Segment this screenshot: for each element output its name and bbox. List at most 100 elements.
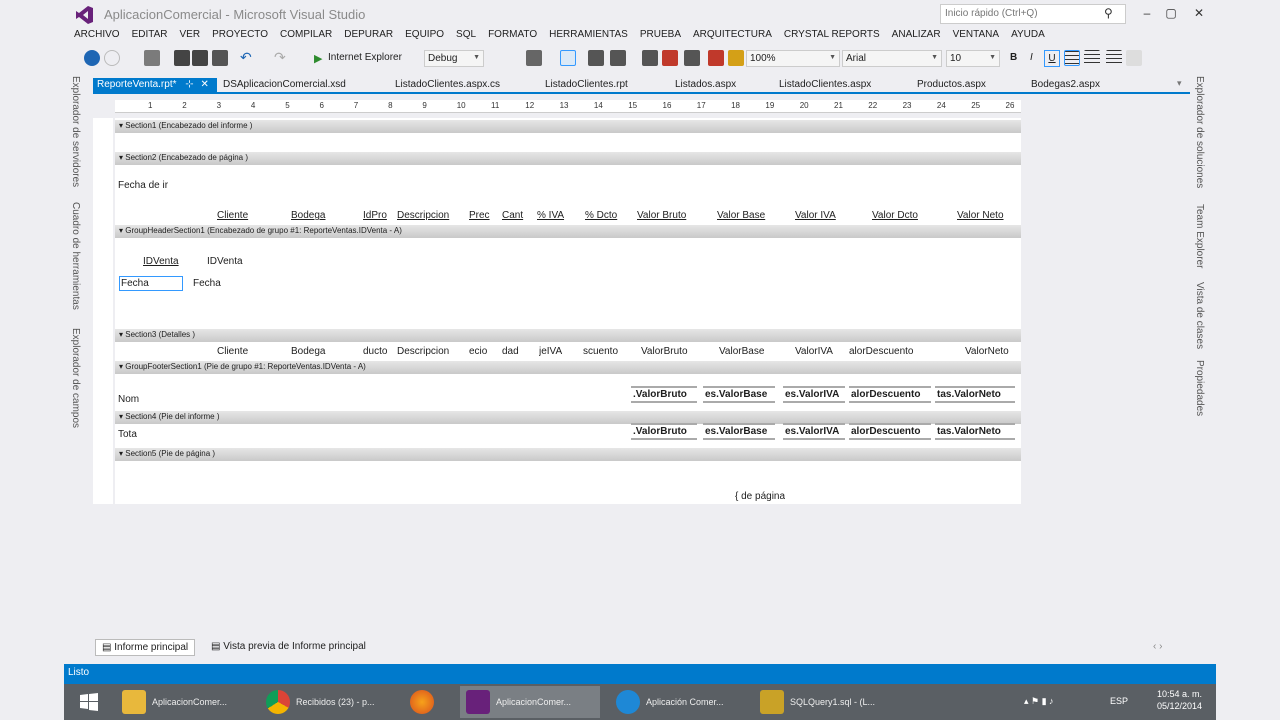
menu-item[interactable]: SQL <box>452 29 484 45</box>
search-icon[interactable]: ⚲ <box>1104 6 1113 20</box>
menu-item[interactable]: VENTANA <box>949 29 1008 45</box>
menu-item[interactable]: PRUEBA <box>636 29 689 45</box>
fecha-label[interactable]: Fecha <box>119 276 183 291</box>
server-explorer-tab[interactable]: Explorador de servidores <box>70 76 81 187</box>
format-painter-icon[interactable] <box>728 50 744 66</box>
report-field[interactable]: dad <box>502 346 528 357</box>
report-field[interactable]: Valor Base <box>717 210 777 221</box>
tab-dsaplicacion[interactable]: DSAplicacionComercial.xsd <box>219 78 350 93</box>
scroll-arrows-icon[interactable]: ‹ › <box>1147 639 1168 654</box>
insert-box-icon[interactable] <box>662 50 678 66</box>
taskbar-chrome[interactable]: Recibidos (23) - p... <box>260 686 394 718</box>
class-view-tab[interactable]: Vista de clases <box>1194 282 1205 349</box>
bold-button[interactable]: B <box>1010 52 1017 63</box>
align-center-icon[interactable] <box>1084 50 1100 66</box>
tab-main-report[interactable]: ▤ Informe principal <box>95 639 196 656</box>
group-footer-label[interactable]: Nom <box>118 394 139 405</box>
find-icon[interactable] <box>526 50 542 66</box>
save-icon[interactable] <box>174 50 190 66</box>
toolbox-tab[interactable]: Cuadro de herramientas <box>70 202 81 310</box>
start-debug-icon[interactable]: ▶ <box>314 52 322 65</box>
redo-icon[interactable]: ↷ <box>274 50 290 66</box>
report-field[interactable]: alorDescuento <box>849 346 931 357</box>
pin-icon[interactable]: ⊹ <box>185 79 193 90</box>
report-field[interactable]: tas.ValorNeto <box>935 423 1015 440</box>
undo-icon[interactable]: ↶ <box>240 50 256 66</box>
zoom-select[interactable]: 100% ▼ <box>746 50 840 67</box>
justify-icon[interactable] <box>1126 50 1142 66</box>
report-field[interactable]: es.ValorIVA <box>783 423 845 440</box>
report-field[interactable]: ecio <box>469 346 497 357</box>
report-field[interactable]: jeIVA <box>539 346 575 357</box>
report-field[interactable]: Valor Dcto <box>872 210 930 221</box>
tab-reporteventa[interactable]: ReporteVenta.rpt* ⊹ ✕ <box>93 78 217 93</box>
section-group-footer[interactable]: ▾ GroupFooterSection1 (Pie de grupo #1: … <box>115 361 1021 374</box>
tab-bodegas2[interactable]: Bodegas2.aspx <box>1027 78 1104 93</box>
print-date-field[interactable]: Fecha de ir <box>118 180 168 191</box>
taskbar-ie[interactable]: Aplicación Comer... <box>610 686 750 718</box>
report-field[interactable]: .ValorBruto <box>631 386 697 403</box>
maximize-button[interactable]: ▢ <box>1162 4 1180 22</box>
menu-item[interactable]: AYUDA <box>1007 29 1053 45</box>
fecha-field[interactable]: Fecha <box>193 278 221 289</box>
report-field[interactable]: es.ValorBase <box>703 423 775 440</box>
report-field[interactable]: ValorIVA <box>795 346 847 357</box>
taskbar-visual-studio[interactable]: AplicacionComer... <box>460 686 600 718</box>
report-field[interactable]: % Dcto <box>585 210 627 221</box>
back-icon[interactable] <box>84 50 100 66</box>
report-field[interactable]: ValorBruto <box>641 346 699 357</box>
save-all-icon[interactable] <box>192 50 208 66</box>
browser-selector[interactable]: Internet Explorer <box>328 52 402 63</box>
insert-text-icon[interactable] <box>588 50 604 66</box>
report-field[interactable]: scuento <box>583 346 625 357</box>
properties-tab[interactable]: Propiedades <box>1194 360 1205 416</box>
section-report-header[interactable]: ▾ Section1 (Encabezado del informe ) <box>115 120 1021 133</box>
underline-button[interactable]: U <box>1044 50 1060 67</box>
section-page-header[interactable]: ▾ Section2 (Encabezado de página ) <box>115 152 1021 165</box>
report-field[interactable]: Bodega <box>291 210 357 221</box>
tab-listadoclientes-cs[interactable]: ListadoClientes.aspx.cs <box>391 78 504 93</box>
menu-item[interactable]: VER <box>176 29 209 45</box>
report-field[interactable]: Valor Neto <box>957 210 1015 221</box>
menu-item[interactable]: HERRAMIENTAS <box>545 29 636 45</box>
idventa-label[interactable]: IDVenta <box>143 256 179 267</box>
select-pointer-icon[interactable] <box>560 50 576 66</box>
report-field[interactable]: Valor IVA <box>795 210 853 221</box>
report-field[interactable]: Bodega <box>291 346 357 357</box>
insert-field-icon[interactable] <box>610 50 626 66</box>
clock[interactable]: 10:54 a. m. 05/12/2014 <box>1157 688 1202 712</box>
tab-listados[interactable]: Listados.aspx <box>671 78 740 93</box>
section-details[interactable]: ▾ Section3 (Detalles ) <box>115 329 1021 342</box>
menu-item[interactable]: COMPILAR <box>276 29 340 45</box>
taskbar-firefox[interactable] <box>404 686 452 718</box>
page-number-field[interactable]: { de página <box>735 491 785 502</box>
taskbar-sql[interactable]: SQLQuery1.sql - (L... <box>754 686 894 718</box>
report-field[interactable]: Prec <box>469 210 497 221</box>
report-field[interactable]: tas.ValorNeto <box>935 386 1015 403</box>
report-field[interactable]: Valor Bruto <box>637 210 701 221</box>
align-right-icon[interactable] <box>1106 50 1122 66</box>
language-indicator[interactable]: ESP <box>1110 696 1128 706</box>
idventa-field[interactable]: IDVenta <box>207 256 243 267</box>
insert-chart-icon[interactable] <box>642 50 658 66</box>
minimize-button[interactable]: – <box>1138 4 1156 22</box>
menu-item[interactable]: EQUIPO <box>401 29 452 45</box>
config-select[interactable]: Debug ▼ <box>424 50 484 67</box>
cut-icon[interactable] <box>212 50 228 66</box>
report-field[interactable]: ValorNeto <box>965 346 1019 357</box>
menu-item[interactable]: ARQUITECTURA <box>689 29 780 45</box>
report-field[interactable]: ducto <box>363 346 393 357</box>
report-field[interactable]: Descripcion <box>397 346 463 357</box>
font-size-select[interactable]: 10 ▼ <box>946 50 1000 67</box>
report-footer-label[interactable]: Tota <box>118 429 137 440</box>
tab-productos[interactable]: Productos.aspx <box>913 78 990 93</box>
field-explorer-tab[interactable]: Explorador de campos <box>70 328 81 428</box>
team-explorer-tab[interactable]: Team Explorer <box>1194 204 1205 268</box>
menu-item[interactable]: ARCHIVO <box>70 29 128 45</box>
menu-item[interactable]: PROYECTO <box>208 29 276 45</box>
tab-listadoclientes-rpt[interactable]: ListadoClientes.rpt <box>541 78 632 93</box>
quick-launch-input[interactable]: Inicio rápido (Ctrl+Q) <box>940 4 1126 24</box>
report-field[interactable]: alorDescuento <box>849 423 931 440</box>
report-field[interactable]: IdPro <box>363 210 393 221</box>
tab-overflow-icon[interactable]: ▾ <box>1177 78 1182 89</box>
